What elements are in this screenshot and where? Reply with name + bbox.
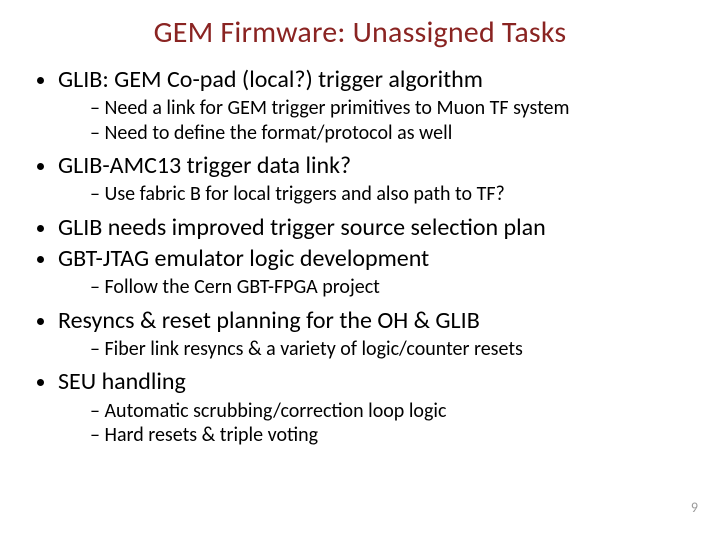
bullet-item: SEU handling Automatic scrubbing/correct… (58, 367, 696, 447)
sub-bullet-item: Use fabric B for local triggers and also… (90, 182, 696, 206)
slide-title: GEM Firmware: Unassigned Tasks (24, 14, 696, 51)
sub-bullet-item: Automatic scrubbing/correction loop logi… (90, 399, 696, 423)
bullet-item: GLIB-AMC13 trigger data link? Use fabric… (58, 151, 696, 207)
bullet-text: GBT-JTAG emulator logic development (58, 244, 429, 273)
bullet-item: GLIB: GEM Co-pad (local?) trigger algori… (58, 65, 696, 145)
bullet-text: GLIB-AMC13 trigger data link? (58, 151, 351, 180)
bullet-list: GLIB: GEM Co-pad (local?) trigger algori… (24, 65, 696, 447)
sub-bullet-item: Need to define the format/protocol as we… (90, 121, 696, 145)
bullet-item: GLIB needs improved trigger source selec… (58, 213, 696, 242)
bullet-text: SEU handling (58, 367, 186, 396)
bullet-text: GLIB needs improved trigger source selec… (58, 213, 546, 242)
bullet-text: Resyncs & reset planning for the OH & GL… (58, 306, 480, 335)
bullet-item: Resyncs & reset planning for the OH & GL… (58, 306, 696, 362)
sub-bullet-item: Need a link for GEM trigger primitives t… (90, 96, 696, 120)
sub-bullet-list: Fiber link resyncs & a variety of logic/… (58, 337, 696, 361)
sub-bullet-item: Follow the Cern GBT-FPGA project (90, 275, 696, 299)
sub-bullet-list: Automatic scrubbing/correction loop logi… (58, 399, 696, 448)
sub-bullet-list: Follow the Cern GBT-FPGA project (58, 275, 696, 299)
slide: GEM Firmware: Unassigned Tasks GLIB: GEM… (0, 0, 720, 540)
sub-bullet-item: Fiber link resyncs & a variety of logic/… (90, 337, 696, 361)
page-number: 9 (691, 499, 698, 516)
sub-bullet-list: Use fabric B for local triggers and also… (58, 182, 696, 206)
bullet-item: GBT-JTAG emulator logic development Foll… (58, 244, 696, 300)
sub-bullet-list: Need a link for GEM trigger primitives t… (58, 96, 696, 145)
sub-bullet-item: Hard resets & triple voting (90, 423, 696, 447)
bullet-text: GLIB: GEM Co-pad (local?) trigger algori… (58, 65, 483, 94)
